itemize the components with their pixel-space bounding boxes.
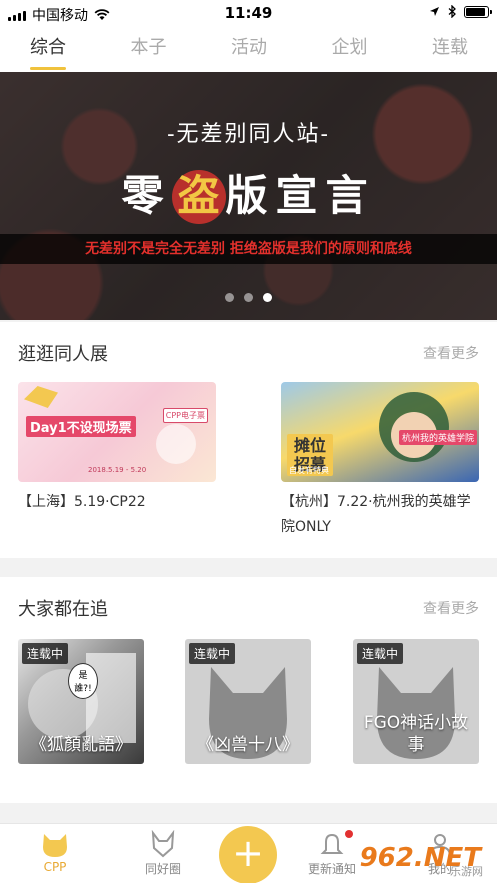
cat-logo-icon (43, 834, 67, 857)
carousel-dot[interactable] (225, 293, 234, 302)
tab-comprehensive[interactable]: 综合 (30, 28, 66, 72)
serial-status-badge: 连载中 (22, 643, 69, 664)
expo-card[interactable]: Day1不设现场票 CPP电子票 2018.5.19 - 5.20 【上海】5.… (18, 382, 216, 515)
battery-icon (464, 5, 492, 18)
serial-card[interactable]: 连载中 《凶兽十八》 (185, 639, 311, 764)
carousel-dot[interactable] (263, 293, 272, 302)
banner-subtitle: -无差别同人站- (167, 122, 330, 147)
serial-card[interactable]: 连载中 FGO神话小故事 (353, 639, 479, 764)
watermark: 962.NET 乐游网 (360, 829, 491, 879)
status-bar: 中国移动 11:49 (0, 0, 497, 28)
serial-status-badge: 连载中 (357, 643, 404, 664)
tabbar-label: 更新通知 (307, 862, 356, 876)
banner-title-highlight: 盗 (171, 170, 226, 224)
fox-icon (151, 830, 175, 858)
serial-title: 《狐顏亂語》 (30, 735, 132, 755)
following-section: 大家都在追 查看更多 连载中 是誰?! 《狐顏亂語》 连载中 《凶兽十八》 连载… (0, 577, 497, 803)
tab-serials[interactable]: 连载 (432, 28, 468, 72)
tabbar-item-notifications[interactable]: 更新通知 (297, 830, 367, 877)
view-more-link[interactable]: 查看更多 (423, 598, 479, 618)
top-tab-bar: 综合 本子 活动 企划 连载 (0, 28, 497, 72)
bluetooth-icon (448, 5, 456, 18)
serial-status-badge: 连载中 (189, 643, 236, 664)
add-button[interactable]: + (219, 826, 277, 883)
expo-card[interactable]: 摊位招募 杭州我的英雄学院 自发有特典 【杭州】7.22·杭州我的英雄学院ONL… (281, 382, 479, 540)
bell-icon (320, 833, 344, 854)
expo-caption: 【杭州】7.22·杭州我的英雄学院ONLY (281, 494, 471, 535)
view-more-link[interactable]: 查看更多 (423, 343, 479, 363)
expo-caption: 【上海】5.19·CP22 (18, 494, 146, 510)
expo-poster: 摊位招募 杭州我的英雄学院 自发有特典 (281, 382, 479, 482)
watermark-subtext: 乐游网 (450, 865, 483, 878)
carousel-dot[interactable] (244, 293, 253, 302)
banner-carousel[interactable]: -无差别同人站- 零盗版宣言 无差别不是完全无差别 拒绝盗版是我们的原则和底线 (0, 72, 497, 320)
notification-dot (345, 830, 353, 838)
banner-title: 零盗版宣言 (0, 162, 497, 224)
tabbar-item-cpp[interactable]: CPP (20, 830, 90, 874)
carousel-dots (0, 293, 497, 302)
expo-poster: Day1不设现场票 CPP电子票 2018.5.19 - 5.20 (18, 382, 216, 482)
tab-projects[interactable]: 企划 (332, 28, 368, 72)
speech-bubble: 是誰?! (68, 663, 98, 699)
expo-section: 逛逛同人展 查看更多 Day1不设现场票 CPP电子票 2018.5.19 - … (0, 322, 497, 558)
bottom-tab-bar: CPP 同好圈 + 更新通知 我的 962.NET 乐游网 (0, 823, 497, 883)
section-title: 逛逛同人展 (18, 344, 108, 365)
status-time: 11:49 (224, 4, 273, 22)
banner-slogan: 无差别不是完全无差别 拒绝盗版是我们的原则和底线 (0, 234, 497, 264)
tabbar-label: 同好圈 (144, 862, 181, 876)
serial-card[interactable]: 连载中 是誰?! 《狐顏亂語》 (18, 639, 144, 764)
tab-books[interactable]: 本子 (131, 28, 167, 72)
tabbar-label: CPP (43, 860, 67, 874)
location-icon (430, 7, 439, 16)
tabbar-item-circle[interactable]: 同好圈 (128, 830, 198, 877)
section-title: 大家都在追 (18, 599, 108, 620)
status-right (429, 5, 492, 18)
serial-title: 《凶兽十八》 (197, 735, 299, 755)
tab-events[interactable]: 活动 (231, 28, 267, 72)
serial-title: FGO神话小故事 (363, 713, 469, 755)
